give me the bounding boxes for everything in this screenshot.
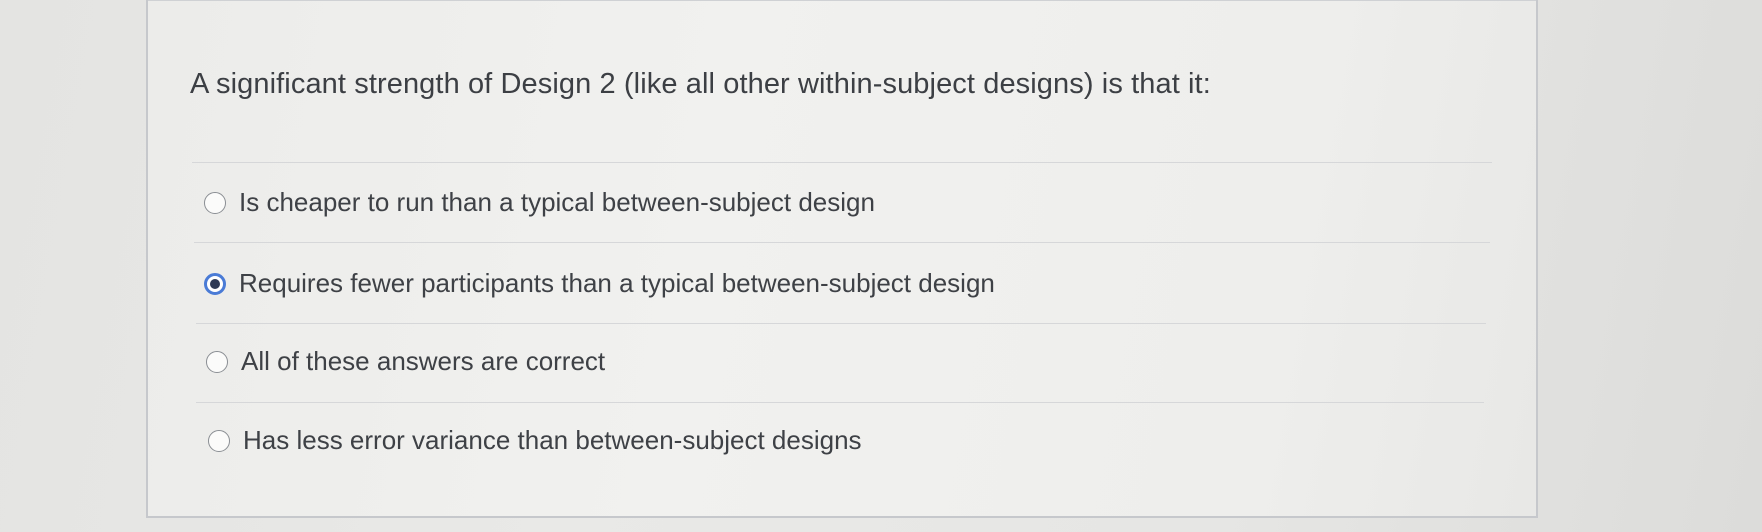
divider: [196, 402, 1484, 403]
answer-option-3-label: All of these answers are correct: [241, 346, 606, 376]
divider: [192, 162, 1492, 163]
answer-option-2[interactable]: Requires fewer participants than a typic…: [204, 268, 995, 299]
divider: [196, 323, 1486, 324]
question-prompt: A significant strength of Design 2 (like…: [190, 68, 1211, 100]
radio-button-2-selected[interactable]: [204, 272, 226, 295]
answer-option-3[interactable]: All of these answers are correct: [206, 346, 605, 377]
radio-button-4[interactable]: [208, 429, 230, 452]
answer-option-2-label: Requires fewer participants than a typic…: [239, 268, 995, 298]
question-card: A significant strength of Design 2 (like…: [146, 0, 1538, 518]
radio-button-1[interactable]: [204, 191, 226, 214]
answer-option-4[interactable]: Has less error variance than between-sub…: [208, 425, 862, 456]
radio-button-3[interactable]: [206, 350, 228, 373]
answer-option-4-label: Has less error variance than between-sub…: [243, 425, 862, 455]
divider: [194, 242, 1490, 243]
answer-option-1[interactable]: Is cheaper to run than a typical between…: [204, 187, 875, 218]
answer-option-1-label: Is cheaper to run than a typical between…: [239, 187, 875, 217]
